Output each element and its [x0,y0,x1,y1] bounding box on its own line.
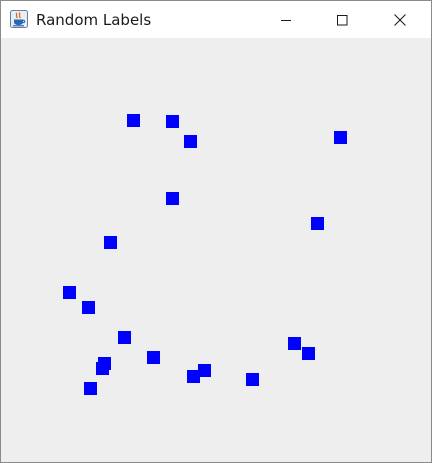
maximize-button[interactable] [319,1,365,38]
maximize-icon [337,14,348,25]
blue-square-label [302,347,315,360]
blue-square-label [118,331,131,344]
blue-square-label [104,236,117,249]
blue-square-label [84,382,97,395]
app-window: Random Labels [0,0,432,463]
blue-square-label [334,131,347,144]
blue-square-label [166,115,179,128]
close-button[interactable] [377,1,423,38]
minimize-icon [281,19,291,21]
java-app-icon[interactable] [10,10,28,28]
blue-square-label [198,364,211,377]
blue-square-label [311,217,324,230]
blue-square-label [288,337,301,350]
blue-square-label [166,192,179,205]
window-title: Random Labels [36,11,152,29]
blue-square-label [246,373,259,386]
minimize-button[interactable] [263,1,309,38]
blue-square-label [127,114,140,127]
title-bar[interactable]: Random Labels [1,1,431,38]
blue-square-label [82,301,95,314]
blue-square-label [63,286,76,299]
blue-square-label [147,351,160,364]
close-icon [394,13,406,26]
content-panel [1,38,431,462]
blue-square-label [184,135,197,148]
blue-square-label [96,362,109,375]
